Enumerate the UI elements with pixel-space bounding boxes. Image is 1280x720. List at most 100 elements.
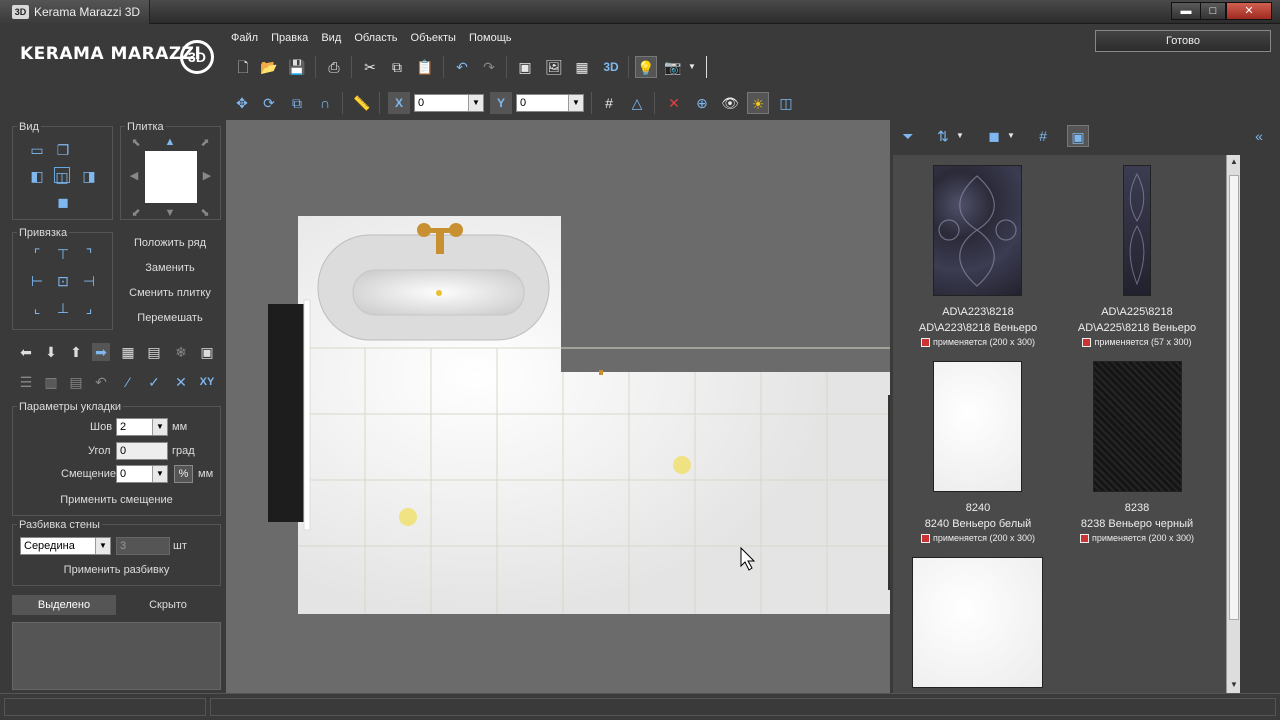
arrow-right-icon[interactable]: ▶ [198,167,216,185]
camera-icon[interactable]: 📷 [662,56,684,78]
change-tile-button[interactable]: Сменить плитку [118,287,222,299]
scale-icon[interactable]: ⧉ [286,92,308,114]
snap-top-right-icon[interactable]: ⌝ [80,245,98,263]
catalog-scrollbar[interactable]: ▲ ▼ [1226,155,1240,693]
filter-icon[interactable]: ⏷ [897,125,919,147]
undo-icon[interactable]: ↶ [451,56,473,78]
tile-name[interactable]: 8238 Веньеро черный [1057,518,1217,530]
snap-bottom-left-icon[interactable]: ⌞ [28,299,46,317]
scroll-down-icon[interactable]: ▼ [1229,680,1239,690]
row-tool-3-icon[interactable]: ▤ [67,373,85,391]
move-up-icon[interactable]: ⬆ [67,343,85,361]
grid-view-icon[interactable]: # [1032,125,1054,147]
view-photo-icon[interactable]: ▭ [28,141,46,159]
wall-split-count-input[interactable]: 3 [116,537,170,555]
photo-icon[interactable]: 🖼 [543,56,565,78]
move-icon[interactable]: ✥ [231,92,253,114]
arrow-down-right-icon[interactable]: ⬊ [196,204,214,222]
offset-select[interactable]: 0 ▼ [116,465,168,483]
save-icon[interactable]: 💾 [286,56,308,78]
diagonal-icon[interactable]: ⁄ [119,373,137,391]
tile-size-icon[interactable]: ◼ [983,125,1005,147]
cross-icon[interactable]: ✕ [172,373,190,391]
snap-top-icon[interactable]: ⊤ [54,245,72,263]
maximize-button[interactable]: □ [1200,2,1226,20]
chevron-down-icon[interactable]: ▼ [954,125,966,147]
tab-hidden[interactable]: Скрыто [116,595,220,615]
lamp-icon[interactable]: 💡 [635,56,657,78]
tile-name[interactable]: AD\A223\8218 Веньеро [898,322,1058,334]
menu-help[interactable]: Помощь [469,32,512,44]
view-left-icon[interactable]: ◧ [28,167,46,185]
grid-icon[interactable]: ▤ [145,343,163,361]
replace-button[interactable]: Заменить [118,262,222,274]
sun-icon[interactable]: ☀ [747,92,769,114]
new-file-icon[interactable]: 🗋 [232,56,254,78]
menu-view[interactable]: Вид [321,32,341,44]
snap-bottom-right-icon[interactable]: ⌟ [80,299,98,317]
snap-top-left-icon[interactable]: ⌜ [28,245,46,263]
seam-select[interactable]: 2 ▼ [116,418,168,436]
tile-thumbnail-a223[interactable] [933,165,1022,296]
scrollbar-thumb[interactable] [1229,175,1239,620]
chevron-down-icon[interactable]: ▼ [1005,125,1017,147]
print-icon[interactable]: ⎙ [323,56,345,78]
tab-selected[interactable]: Выделено [12,595,116,615]
arrow-up-icon[interactable]: ▲ [161,133,179,151]
layout-icon[interactable]: ▦ [119,343,137,361]
scroll-up-icon[interactable]: ▲ [1229,157,1239,167]
view-front-icon[interactable]: ◫ [54,167,70,185]
row-tool-2-icon[interactable]: ▥ [42,373,60,391]
x-coordinate-select[interactable]: 0 ▼ [414,94,484,112]
rotate-icon[interactable]: ⟳ [258,92,280,114]
open-folder-icon[interactable]: 📂 [258,56,280,78]
arrow-down-left-icon[interactable]: ⬋ [127,204,145,222]
menu-objects[interactable]: Объекты [411,32,456,44]
render-icon[interactable]: ▣ [514,56,536,78]
move-down-icon[interactable]: ⬇ [42,343,60,361]
target-icon[interactable]: ⊕ [691,92,713,114]
usage-checkbox[interactable] [1079,534,1089,544]
arrow-up-left-icon[interactable]: ⬉ [127,134,145,152]
done-button[interactable]: Готово [1095,30,1271,52]
offset-percent-button[interactable]: % [174,465,193,483]
move-right-icon[interactable]: ➡ [92,343,110,361]
lay-row-button[interactable]: Положить ряд [118,237,222,249]
magnet-icon[interactable]: ∩ [314,92,336,114]
paste-icon[interactable]: 📋 [414,56,436,78]
arrow-up-right-icon[interactable]: ⬈ [196,134,214,152]
sort-icon[interactable]: ⇅ [932,125,954,147]
tile-name[interactable]: 8240 Веньеро белый [898,518,1058,530]
tile-thumbnail-8238[interactable] [1093,361,1182,492]
view-right-icon[interactable]: ◨ [80,167,98,185]
menu-area[interactable]: Область [354,32,397,44]
room-plan[interactable] [226,120,890,693]
delete-icon[interactable]: ✕ [663,92,685,114]
snap-center-icon[interactable]: ⊡ [54,272,72,290]
apply-offset-button[interactable]: Применить смещение [12,494,221,506]
minimize-button[interactable]: ▬ [1171,2,1201,20]
usage-checkbox[interactable] [920,534,930,544]
tile-thumbnail-a225[interactable] [1123,165,1151,296]
undo-tile-icon[interactable]: ↶ [92,373,110,391]
view-3d-button[interactable]: 3D [598,56,624,78]
cut-icon[interactable]: ✂ [359,56,381,78]
calculator-icon[interactable]: ▦ [571,56,593,78]
triangle-icon[interactable]: △ [626,92,648,114]
snap-bottom-icon[interactable]: ⊥ [54,299,72,317]
snap-left-icon[interactable]: ⊢ [28,272,46,290]
xy-icon[interactable]: XY [196,373,218,391]
usage-checkbox[interactable] [1082,338,1092,348]
shuffle-button[interactable]: Перемешать [118,312,222,324]
view-floor-icon[interactable]: ◼ [54,193,72,211]
tile-thumbnail-square[interactable] [912,557,1043,688]
angle-input[interactable]: 0 [116,442,168,460]
wall-split-mode-select[interactable]: Середина ▼ [20,537,111,555]
snowflake-icon[interactable]: ❄ [172,343,190,361]
menu-edit[interactable]: Правка [271,32,308,44]
arrow-down-icon[interactable]: ▼ [161,204,179,222]
usage-checkbox[interactable] [920,338,930,348]
apply-split-button[interactable]: Применить разбивку [12,564,221,576]
ruler-icon[interactable]: 📏 [351,92,373,114]
snap-right-icon[interactable]: ⊣ [80,272,98,290]
